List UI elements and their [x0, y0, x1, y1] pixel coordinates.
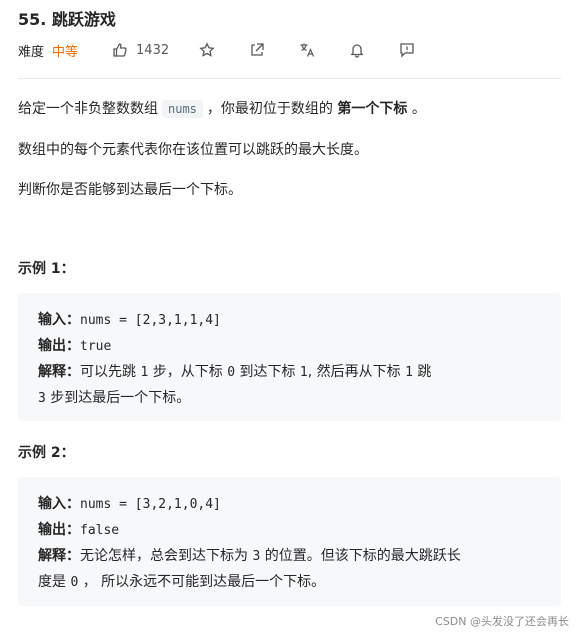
explain-text: ， 所以永远不可能到达最后一个下标。: [82, 574, 326, 590]
description-paragraph-3: 判断你是否能够到达最后一个下标。: [18, 182, 242, 198]
output-label: 输出：: [38, 338, 80, 354]
difficulty-label: 难度: [18, 44, 45, 60]
watermark: CSDN @头发没了还会再长: [435, 615, 569, 628]
explain-number: 1: [405, 365, 413, 380]
example-1-input: 输入：nums = [2,3,1,1,4]: [38, 309, 221, 329]
like-count: 1432: [136, 42, 170, 58]
example-1-title: 示例 1：: [18, 261, 75, 277]
explain-text: 可以先跳: [80, 364, 136, 380]
feedback-button[interactable]: [399, 42, 415, 58]
explain-text: 跳: [417, 364, 432, 380]
explain-text: 步，从下标: [152, 364, 223, 380]
explain-text: 的位置。但该下标的最大跳跃长: [264, 548, 461, 564]
example-2-title: 示例 2：: [18, 445, 75, 461]
explain-label: 解释：: [38, 548, 80, 564]
header-divider: [18, 78, 561, 79]
description-paragraph-1: 给定一个非负整数数组 nums ，你最初位于数组的 第一个下标 。: [18, 98, 426, 118]
output-value: false: [80, 523, 120, 538]
share-button[interactable]: [249, 42, 265, 58]
explain-number: 3: [252, 549, 261, 564]
example-2-explanation-line-1: 解释：无论怎样，总会到达下标为 3 的位置。但该下标的最大跳跃长: [38, 545, 461, 565]
difficulty-badge: 中等: [52, 44, 79, 60]
explain-number: 1: [140, 365, 149, 380]
explain-text: 度是: [38, 574, 66, 590]
input-label: 输入：: [38, 496, 80, 512]
example-2-input: 输入：nums = [3,2,1,0,4]: [38, 493, 221, 513]
explain-text: 无论怎样，总会到达下标为: [80, 548, 248, 564]
explain-number: 0: [70, 575, 79, 590]
explain-text: , 然后再从下标: [307, 364, 401, 380]
explain-number: 3: [38, 391, 46, 406]
example-1-explanation-line-2: 3 步到达最后一个下标。: [38, 387, 190, 407]
explain-label: 解释：: [38, 364, 80, 380]
output-label: 输出：: [38, 522, 80, 538]
bell-icon: [350, 44, 364, 58]
problem-title: 55. 跳跃游戏: [18, 10, 116, 29]
star-icon: [199, 42, 215, 57]
subscribe-button[interactable]: [349, 42, 365, 58]
example-2-explanation-line-2: 度是 0 ， 所以永远不可能到达最后一个下标。: [38, 571, 325, 591]
desc-text: ，你最初位于数组的: [206, 101, 333, 117]
problem-meta-bar: 难度 中等 1432: [18, 38, 449, 62]
translate-icon: [300, 43, 315, 57]
description-paragraph-2: 数组中的每个元素代表你在该位置可以跳跃的最大长度。: [18, 142, 368, 158]
example-1-output: 输出：true: [38, 335, 111, 355]
share-icon: [251, 43, 264, 56]
favorite-button[interactable]: [199, 42, 215, 58]
example-2-output: 输出：false: [38, 519, 119, 539]
example-1-block: 输入：nums = [2,3,1,1,4] 输出：true 解释：可以先跳 1 …: [18, 293, 561, 421]
input-value: nums = [3,2,1,0,4]: [80, 497, 221, 512]
desc-text: 。: [411, 101, 426, 117]
explain-text: 步到达最后一个下标。: [50, 390, 191, 406]
example-2-block: 输入：nums = [3,2,1,0,4] 输出：false 解释：无论怎样，总…: [18, 477, 561, 606]
explain-number: 1: [299, 365, 308, 380]
inline-code: nums: [162, 100, 203, 118]
explain-number: 0: [227, 365, 236, 380]
like-button[interactable]: 1432: [112, 42, 169, 58]
desc-bold-text: 第一个下标: [337, 101, 408, 117]
desc-text: 给定一个非负整数数组: [18, 101, 158, 117]
example-1-explanation-line-1: 解释：可以先跳 1 步，从下标 0 到达下标 1, 然后再从下标 1 跳: [38, 361, 431, 381]
input-value: nums = [2,3,1,1,4]: [80, 313, 221, 328]
translate-button[interactable]: [299, 42, 315, 58]
input-label: 输入：: [38, 312, 80, 328]
feedback-icon: [400, 43, 414, 58]
thumbs-up-icon: [113, 43, 127, 57]
explain-text: 到达下标: [239, 364, 296, 380]
output-value: true: [80, 339, 112, 354]
